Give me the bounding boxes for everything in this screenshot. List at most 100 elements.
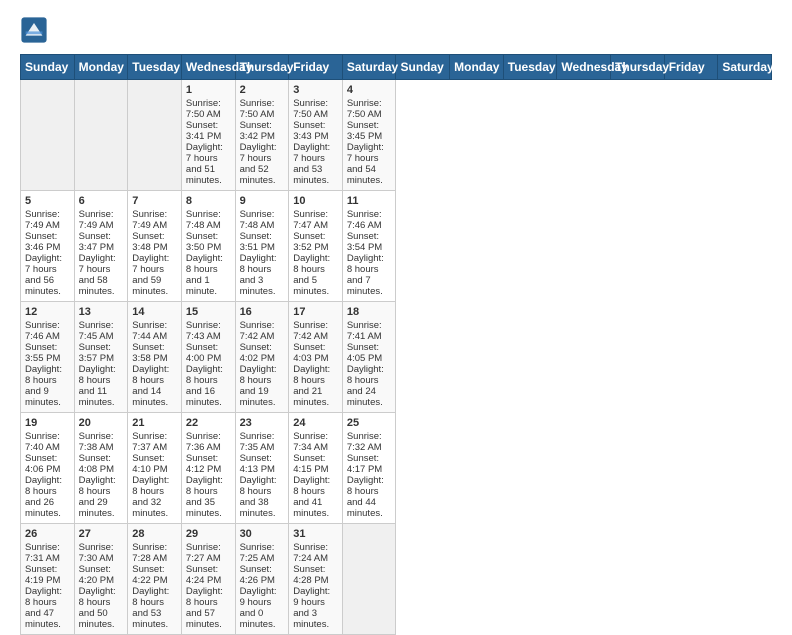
day-number: 26 (25, 528, 70, 540)
daylight: Daylight: 8 hours and 29 minutes. (79, 475, 124, 519)
daylight: Daylight: 8 hours and 50 minutes. (79, 586, 124, 630)
daylight: Daylight: 8 hours and 9 minutes. (25, 364, 70, 408)
sunset: Sunset: 3:48 PM (132, 231, 177, 253)
daylight: Daylight: 8 hours and 57 minutes. (186, 586, 231, 630)
day-number: 24 (293, 417, 338, 429)
day-number: 17 (293, 306, 338, 318)
day-number: 2 (240, 84, 285, 96)
sunrise: Sunrise: 7:24 AM (293, 542, 338, 564)
sunset: Sunset: 4:26 PM (240, 564, 285, 586)
calendar-cell: 24 Sunrise: 7:34 AMSunset: 4:15 PMDayligh… (289, 413, 343, 524)
day-number: 13 (79, 306, 124, 318)
calendar-cell: 30Sunrise: 7:25 AMSunset: 4:26 PMDayligh… (235, 524, 289, 635)
sunrise: Sunrise: 7:25 AM (240, 542, 285, 564)
daylight: Daylight: 8 hours and 19 minutes. (240, 364, 285, 408)
daylight: Daylight: 7 hours and 56 minutes. (25, 253, 70, 297)
calendar-cell: 7Sunrise: 7:49 AMSunset: 3:48 PMDaylight… (128, 191, 182, 302)
sunset: Sunset: 3:45 PM (347, 120, 392, 142)
sunrise: Sunrise: 7:32 AM (347, 431, 392, 453)
calendar-week-row: 26Sunrise: 7:31 AMSunset: 4:19 PMDayligh… (21, 524, 772, 635)
sunset: Sunset: 4:19 PM (25, 564, 70, 586)
calendar-cell: 31Sunrise: 7:24 AMSunset: 4:28 PMDayligh… (289, 524, 343, 635)
calendar-cell: 2Sunrise: 7:50 AMSunset: 3:42 PMDaylight… (235, 80, 289, 191)
sunrise: Sunrise: 7:38 AM (79, 431, 124, 453)
sunrise: Sunrise: 7:48 AM (240, 209, 285, 231)
sunrise: Sunrise: 7:42 AM (293, 320, 338, 342)
daylight: Daylight: 8 hours and 32 minutes. (132, 475, 177, 519)
daylight: Daylight: 8 hours and 1 minute. (186, 253, 231, 297)
sunset: Sunset: 4:15 PM (293, 453, 338, 475)
col-header-thursday: Thursday (611, 55, 665, 80)
sunset: Sunset: 4:13 PM (240, 453, 285, 475)
sunrise: Sunrise: 7:46 AM (347, 209, 392, 231)
calendar-cell: 9Sunrise: 7:48 AMSunset: 3:51 PMDaylight… (235, 191, 289, 302)
daylight: Daylight: 7 hours and 59 minutes. (132, 253, 177, 297)
sunset: Sunset: 4:28 PM (293, 564, 338, 586)
sunrise: Sunrise: 7:37 AM (132, 431, 177, 453)
calendar-cell: 28Sunrise: 7:28 AMSunset: 4:22 PMDayligh… (128, 524, 182, 635)
sunset: Sunset: 4:24 PM (186, 564, 231, 586)
day-number: 27 (79, 528, 124, 540)
sunrise: Sunrise: 7:34 AM (293, 431, 338, 453)
day-number: 3 (293, 84, 338, 96)
calendar-cell: 18Sunrise: 7:41 AMSunset: 4:05 PMDayligh… (342, 302, 396, 413)
sunrise: Sunrise: 7:42 AM (240, 320, 285, 342)
sunrise: Sunrise: 7:30 AM (79, 542, 124, 564)
day-number: 29 (186, 528, 231, 540)
sunrise: Sunrise: 7:36 AM (186, 431, 231, 453)
calendar-cell: 5Sunrise: 7:49 AMSunset: 3:46 PMDaylight… (21, 191, 75, 302)
day-number: 8 (186, 195, 231, 207)
day-number: 10 (293, 195, 338, 207)
day-number: 21 (132, 417, 177, 429)
calendar-week-row: 1Sunrise: 7:50 AMSunset: 3:41 PMDaylight… (21, 80, 772, 191)
col-header-thursday: Thursday (235, 55, 289, 80)
daylight: Daylight: 7 hours and 53 minutes. (293, 142, 338, 186)
day-number: 16 (240, 306, 285, 318)
calendar-cell: 16 Sunrise: 7:42 AMSunset: 4:02 PMDayligh… (235, 302, 289, 413)
sunrise: Sunrise: 7:47 AM (293, 209, 338, 231)
sunset: Sunset: 4:08 PM (79, 453, 124, 475)
col-header-monday: Monday (74, 55, 128, 80)
calendar-cell (21, 80, 75, 191)
daylight: Daylight: 7 hours and 51 minutes. (186, 142, 231, 186)
daylight: Daylight: 8 hours and 14 minutes. (132, 364, 177, 408)
daylight: Daylight: 8 hours and 53 minutes. (132, 586, 177, 630)
col-header-friday: Friday (289, 55, 343, 80)
calendar-cell: 12Sunrise: 7:46 AMSunset: 3:55 PMDayligh… (21, 302, 75, 413)
sunrise: Sunrise: 7:35 AM (240, 431, 285, 453)
sunrise: Sunrise: 7:31 AM (25, 542, 70, 564)
sunset: Sunset: 3:42 PM (240, 120, 285, 142)
sunrise: Sunrise: 7:45 AM (79, 320, 124, 342)
sunset: Sunset: 4:02 PM (240, 342, 285, 364)
daylight: Daylight: 8 hours and 24 minutes. (347, 364, 392, 408)
daylight: Daylight: 8 hours and 35 minutes. (186, 475, 231, 519)
calendar-cell: 8Sunrise: 7:48 AMSunset: 3:50 PMDaylight… (181, 191, 235, 302)
calendar-cell: 26 Sunrise: 7:31 AMSunset: 4:19 PMDayligh… (21, 524, 75, 635)
calendar-cell: 6Sunrise: 7:49 AMSunset: 3:47 PMDaylight… (74, 191, 128, 302)
sunrise: Sunrise: 7:48 AM (186, 209, 231, 231)
day-number: 11 (347, 195, 392, 207)
calendar-table: SundayMondayTuesdayWednesdayThursdayFrid… (20, 54, 772, 635)
day-number: 9 (240, 195, 285, 207)
day-number: 22 (186, 417, 231, 429)
calendar-cell: 13Sunrise: 7:45 AMSunset: 3:57 PMDayligh… (74, 302, 128, 413)
day-number: 1 (186, 84, 231, 96)
day-number: 19 (25, 417, 70, 429)
daylight: Daylight: 7 hours and 58 minutes. (79, 253, 124, 297)
day-number: 12 (25, 306, 70, 318)
col-header-monday: Monday (450, 55, 504, 80)
col-header-wednesday: Wednesday (181, 55, 235, 80)
daylight: Daylight: 8 hours and 41 minutes. (293, 475, 338, 519)
daylight: Daylight: 8 hours and 11 minutes. (79, 364, 124, 408)
sunset: Sunset: 4:20 PM (79, 564, 124, 586)
calendar-cell: 22Sunrise: 7:36 AMSunset: 4:12 PMDayligh… (181, 413, 235, 524)
daylight: Daylight: 8 hours and 7 minutes. (347, 253, 392, 297)
calendar-cell: 19Sunrise: 7:40 AMSunset: 4:06 PMDayligh… (21, 413, 75, 524)
day-number: 5 (25, 195, 70, 207)
col-header-friday: Friday (664, 55, 718, 80)
daylight: Daylight: 8 hours and 47 minutes. (25, 586, 70, 630)
page-header (20, 16, 772, 44)
sunset: Sunset: 3:58 PM (132, 342, 177, 364)
calendar-cell: 15Sunrise: 7:43 AMSunset: 4:00 PMDayligh… (181, 302, 235, 413)
calendar-cell: 10Sunrise: 7:47 AMSunset: 3:52 PMDayligh… (289, 191, 343, 302)
